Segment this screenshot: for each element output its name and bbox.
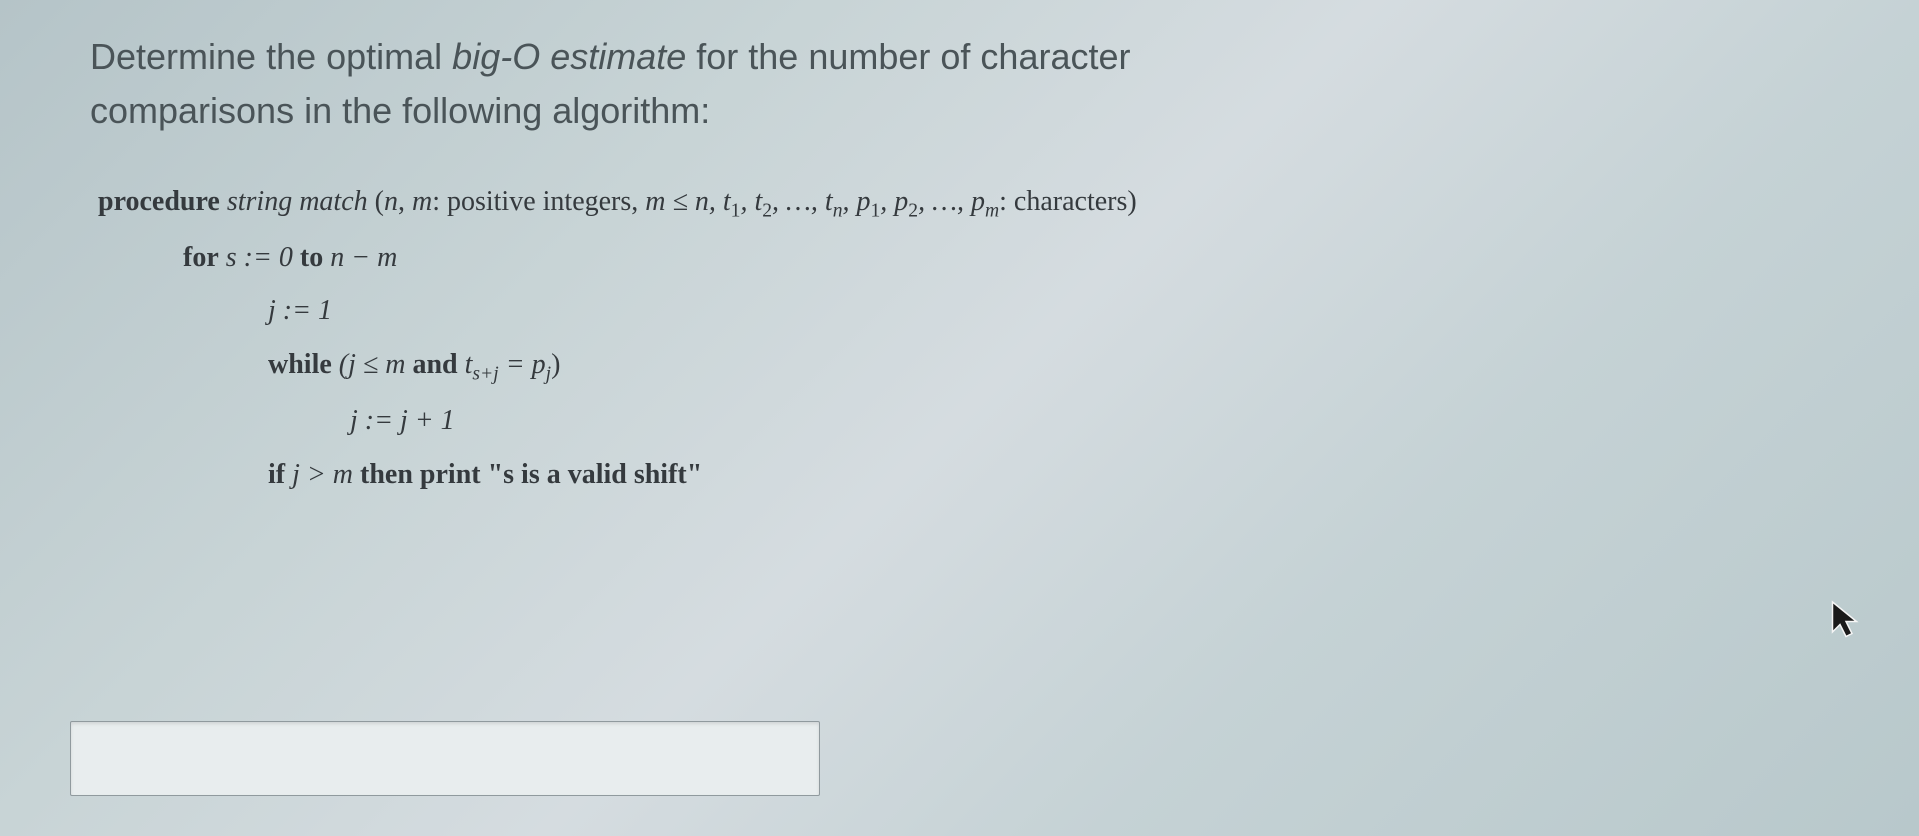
- answer-input[interactable]: [70, 721, 820, 796]
- procedure-line: procedure string match (n, m: positive i…: [98, 178, 1829, 228]
- mouse-cursor-icon: [1828, 599, 1864, 641]
- question-line1-prefix: Determine the optimal: [90, 36, 452, 77]
- question-line1-italic: big-O estimate: [452, 36, 686, 77]
- kw-for: for: [183, 242, 219, 273]
- proc-name: string match: [220, 186, 375, 217]
- kw-procedure: procedure: [98, 186, 220, 217]
- while-line: while (j ≤ m and ts+j = pj): [268, 341, 1829, 391]
- for-line: for s := 0 to n − m: [183, 234, 1829, 282]
- kw-while: while: [268, 349, 332, 380]
- j-init-line: j := 1: [268, 287, 1829, 335]
- question-line2: comparisons in the following algorithm:: [90, 90, 710, 131]
- kw-if: if: [268, 459, 285, 490]
- algorithm-block: procedure string match (n, m: positive i…: [98, 178, 1829, 498]
- kw-to: to: [300, 242, 323, 273]
- kw-and: and: [412, 349, 457, 380]
- if-line: if j > m then print "s is a valid shift": [268, 451, 1829, 499]
- question-prompt: Determine the optimal big-O estimate for…: [90, 30, 1829, 138]
- kw-then-print: then print: [360, 459, 488, 490]
- question-line1-suffix: for the number of character: [686, 36, 1130, 77]
- j-inc-line: j := j + 1: [350, 397, 1829, 445]
